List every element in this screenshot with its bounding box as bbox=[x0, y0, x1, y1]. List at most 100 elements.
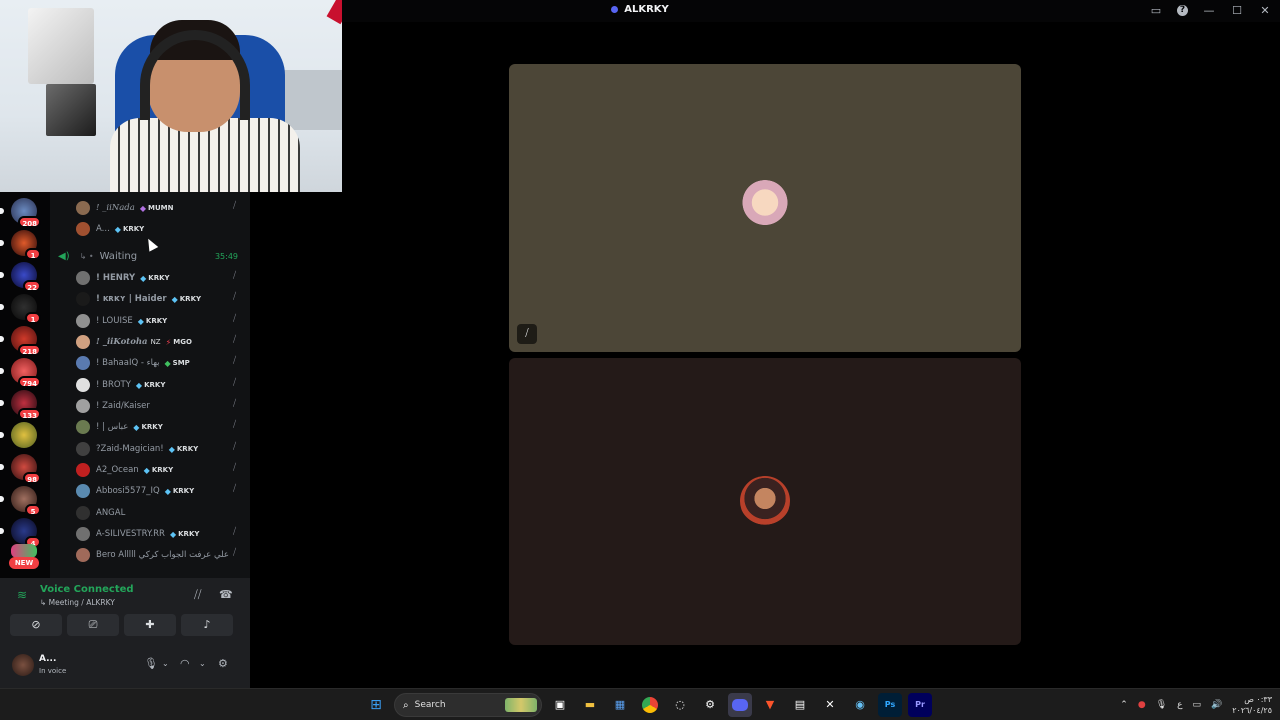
member-tag: ◆ KRKY bbox=[172, 295, 201, 304]
headphones-icon[interactable]: ◠ bbox=[180, 657, 190, 670]
gem-icon: ◆ bbox=[140, 273, 147, 283]
deafen-icon: ⧸ bbox=[232, 527, 236, 537]
voice-member[interactable]: ! Zaid/Kaiser ⧸ bbox=[76, 397, 242, 415]
voice-member[interactable]: ! | عباس ◆ KRKY ⧸ bbox=[76, 418, 242, 436]
soundboard-button[interactable]: ♪ bbox=[181, 614, 233, 636]
server-icon[interactable]: 98 bbox=[0, 454, 41, 484]
windows-start-icon[interactable]: ⊞ bbox=[364, 693, 388, 717]
gem-icon: ◆ bbox=[143, 465, 150, 475]
server-icon[interactable] bbox=[11, 544, 37, 558]
participant-tile[interactable] bbox=[509, 358, 1021, 645]
steam-icon[interactable]: ◉ bbox=[848, 693, 872, 717]
mention-badge: 208 bbox=[18, 216, 41, 228]
notepad-icon[interactable]: ▤ bbox=[788, 693, 812, 717]
member-name: ! ᴋʀᴋʏ | Haider bbox=[96, 294, 167, 304]
system-tray: ⌃ ● 🎙 ع ▭ 🔊 ٠:٣٣ ص ٢٠٢٦/٠٤/٢٥ bbox=[1120, 694, 1272, 716]
voice-status: Voice Connected bbox=[40, 584, 134, 595]
tray-app-icon[interactable]: ● bbox=[1138, 700, 1146, 710]
server-icon[interactable]: 22 bbox=[0, 262, 41, 292]
voice-member[interactable]: A... ◆ KRKY bbox=[76, 220, 242, 238]
discord-icon[interactable] bbox=[728, 693, 752, 717]
volume-icon[interactable]: 🔊 bbox=[1211, 700, 1222, 710]
microphone-icon[interactable]: 🎙 bbox=[1156, 700, 1167, 710]
file-explorer-icon[interactable]: ▬ bbox=[578, 693, 602, 717]
member-tag-text: KRKY bbox=[122, 225, 145, 233]
voice-member[interactable]: Abbosi5577_IQ ◆ KRKY ⧸ bbox=[76, 482, 242, 500]
photoshop-icon[interactable]: Ps bbox=[878, 693, 902, 717]
maximize-icon[interactable]: ☐ bbox=[1230, 4, 1244, 17]
disconnect-icon[interactable]: ☎ bbox=[219, 588, 233, 601]
cast-icon[interactable]: ▭ bbox=[1149, 4, 1163, 17]
steam-alt-icon[interactable]: ⚙ bbox=[698, 693, 722, 717]
premiere-icon[interactable]: Pr bbox=[908, 693, 932, 717]
server-icon[interactable]: 208 bbox=[0, 198, 41, 228]
channel-timer: 35:49 bbox=[214, 251, 238, 261]
close-icon[interactable]: ✕ bbox=[1258, 4, 1272, 17]
settings-gear-icon[interactable]: ⚙ bbox=[218, 657, 228, 670]
voice-member[interactable]: ! ᴋʀᴋʏ | Haider ◆ KRKY ⧸ bbox=[76, 290, 242, 308]
avatar bbox=[76, 442, 90, 456]
taskbar-search[interactable]: ⌕ Search bbox=[394, 693, 542, 717]
member-name: A2_Ocean bbox=[96, 465, 139, 475]
help-icon[interactable]: ? bbox=[1177, 5, 1188, 16]
member-tag-text: MUMN bbox=[147, 204, 174, 212]
browser-icon[interactable]: ◌ bbox=[668, 693, 692, 717]
award-plaque bbox=[28, 8, 94, 84]
minimize-icon[interactable]: — bbox=[1202, 4, 1216, 17]
member-tag-text: KRKY bbox=[151, 466, 174, 474]
server-icon[interactable]: 1 bbox=[0, 230, 41, 260]
avatar[interactable] bbox=[12, 654, 34, 676]
screen-share-icon: ⎚ bbox=[88, 618, 98, 631]
camera-button[interactable]: ⊘ bbox=[10, 614, 62, 636]
member-name: ! BahaaIQ - بهاء bbox=[96, 358, 160, 368]
server-icon[interactable]: 133 bbox=[0, 390, 41, 420]
voice-member[interactable]: ?Zaid-Magician! ◆ KRKY ⧸ bbox=[76, 440, 242, 458]
voice-member[interactable]: ! BROTY ◆ KRKY ⧸ bbox=[76, 376, 242, 394]
server-icon[interactable]: 218 bbox=[0, 326, 41, 356]
task-view-icon[interactable]: ▣ bbox=[548, 693, 572, 717]
capcut-icon[interactable]: ✕ bbox=[818, 693, 842, 717]
voice-location-text: Meeting / ALKRKY bbox=[48, 598, 115, 607]
gem-icon: ◆ bbox=[133, 422, 140, 432]
server-icon[interactable]: 5 bbox=[0, 486, 41, 516]
voice-member[interactable]: ! BahaaIQ - بهاء ◆ SMP ⧸ bbox=[76, 354, 242, 372]
avatar bbox=[76, 314, 90, 328]
clock[interactable]: ٠:٣٣ ص ٢٠٢٦/٠٤/٢٥ bbox=[1232, 694, 1272, 716]
participant-tile[interactable]: ⧸ bbox=[509, 64, 1021, 352]
server-icon[interactable]: 4 bbox=[0, 518, 41, 548]
voice-member[interactable]: ! LOUISE ◆ KRKY ⧸ bbox=[76, 312, 242, 330]
language-indicator[interactable]: ع bbox=[1177, 700, 1182, 710]
user-panel[interactable]: A... In voice 🎙 ⌄ ◠ ⌄ ⚙ bbox=[12, 652, 242, 682]
voice-member[interactable]: A-SILIVESTRY.RR ◆ KRKY ⧸ bbox=[76, 525, 242, 543]
voice-member[interactable]: Bero Alllll علي عرفت الجواب كركي ⧸ bbox=[76, 546, 242, 564]
signal-icon[interactable]: ≋ bbox=[17, 588, 27, 602]
voice-member[interactable]: ANGAL bbox=[76, 504, 242, 522]
noise-suppression-icon[interactable]: ⧸⧸ bbox=[194, 588, 201, 602]
network-icon[interactable]: ▭ bbox=[1193, 700, 1202, 710]
chrome-icon[interactable] bbox=[638, 693, 662, 717]
chevron-up-icon[interactable]: ⌃ bbox=[1120, 700, 1128, 710]
voice-member[interactable]: ! _iiKotoha NZ ⚡ MGO ⧸ bbox=[76, 333, 242, 351]
member-name: ?Zaid-Magician! bbox=[96, 444, 164, 454]
chevron-down-icon[interactable]: ⌄ bbox=[162, 659, 169, 668]
server-icon[interactable] bbox=[0, 422, 37, 448]
server-icon bbox=[611, 5, 619, 13]
server-icon[interactable]: 1 bbox=[0, 294, 41, 324]
server-icon[interactable]: 794 bbox=[0, 358, 41, 388]
voice-member[interactable]: ! _iiNada ◆ MUMN ⧸ bbox=[76, 199, 242, 217]
unread-indicator bbox=[0, 464, 4, 470]
voice-member[interactable]: A2_Ocean ◆ KRKY ⧸ bbox=[76, 461, 242, 479]
voice-member[interactable]: ! HENRY ◆ KRKY ⧸ bbox=[76, 269, 242, 287]
new-badge: NEW bbox=[9, 557, 39, 569]
member-tag: ⚡ MGO bbox=[166, 338, 192, 347]
store-icon[interactable]: ▦ bbox=[608, 693, 632, 717]
microphone-icon[interactable]: 🎙 bbox=[144, 657, 158, 670]
screen-share-button[interactable]: ⎚ bbox=[67, 614, 119, 636]
voice-location[interactable]: ↳ Meeting / ALKRKY bbox=[40, 598, 115, 607]
activities-button[interactable]: ✚ bbox=[124, 614, 176, 636]
brave-icon[interactable]: ▼ bbox=[758, 693, 782, 717]
avatar bbox=[76, 222, 90, 236]
chevron-down-icon[interactable]: ⌄ bbox=[199, 659, 206, 668]
gem-icon: ◆ bbox=[114, 224, 121, 234]
member-name: ! HENRY bbox=[96, 273, 136, 283]
